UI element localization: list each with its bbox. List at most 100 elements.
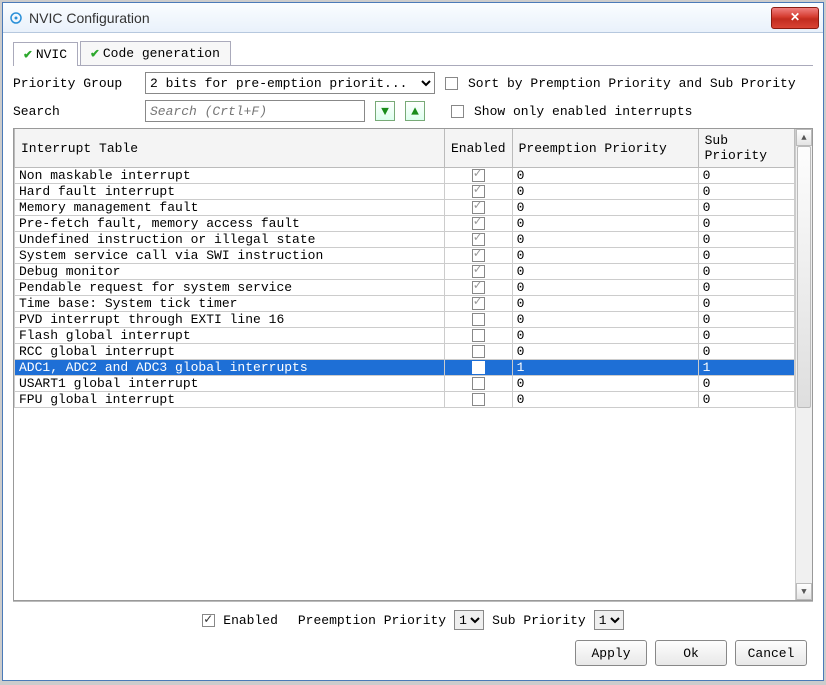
table-row[interactable]: USART1 global interrupt00 <box>15 376 795 392</box>
edit-enabled-checkbox[interactable] <box>202 614 215 627</box>
table-row[interactable]: FPU global interrupt00 <box>15 392 795 408</box>
close-button[interactable]: ✕ <box>771 7 819 29</box>
row-enabled-checkbox[interactable] <box>472 297 485 310</box>
arrow-down-icon: ▼ <box>381 104 389 119</box>
titlebar: NVIC Configuration ✕ <box>3 3 823 33</box>
cell-enabled[interactable] <box>445 360 513 376</box>
cell-enabled[interactable] <box>445 344 513 360</box>
cell-pre: 1 <box>512 360 698 376</box>
cell-enabled[interactable] <box>445 312 513 328</box>
tab-codegen[interactable]: ✔ Code generation <box>80 41 231 65</box>
cell-sub: 0 <box>698 376 794 392</box>
cell-name: System service call via SWI instruction <box>15 248 445 264</box>
table-row[interactable]: Flash global interrupt00 <box>15 328 795 344</box>
row-enabled-checkbox[interactable] <box>472 313 485 326</box>
cell-enabled[interactable] <box>445 296 513 312</box>
cell-sub: 0 <box>698 264 794 280</box>
cell-enabled[interactable] <box>445 328 513 344</box>
cell-enabled[interactable] <box>445 280 513 296</box>
priority-group-label: Priority Group <box>13 76 135 91</box>
priority-group-select[interactable]: 2 bits for pre-emption priorit... <box>145 72 435 94</box>
table-row[interactable]: Pre-fetch fault, memory access fault00 <box>15 216 795 232</box>
footer-panel: Enabled Preemption Priority 1 Sub Priori… <box>13 601 813 670</box>
col-preemption[interactable]: Preemption Priority <box>512 129 698 168</box>
scroll-thumb[interactable] <box>797 146 811 408</box>
table-row[interactable]: Hard fault interrupt00 <box>15 184 795 200</box>
table-row[interactable]: Undefined instruction or illegal state00 <box>15 232 795 248</box>
search-next-button[interactable]: ▼ <box>375 101 395 121</box>
cell-enabled[interactable] <box>445 264 513 280</box>
row-enabled-checkbox[interactable] <box>472 233 485 246</box>
scroll-up-icon[interactable]: ▲ <box>796 129 812 146</box>
row-enabled-checkbox[interactable] <box>472 393 485 406</box>
cell-sub: 0 <box>698 312 794 328</box>
edit-sub-select[interactable]: 1 <box>594 610 624 630</box>
apply-button[interactable]: Apply <box>575 640 647 666</box>
cell-pre: 0 <box>512 168 698 184</box>
cell-pre: 0 <box>512 216 698 232</box>
sort-checkbox[interactable] <box>445 77 458 90</box>
cell-pre: 0 <box>512 280 698 296</box>
interrupt-table: Interrupt Table Enabled Preemption Prior… <box>14 129 795 408</box>
search-input[interactable] <box>145 100 365 122</box>
edit-pre-select[interactable]: 1 <box>454 610 484 630</box>
table-row[interactable]: RCC global interrupt00 <box>15 344 795 360</box>
row-enabled-checkbox[interactable] <box>472 249 485 262</box>
cell-enabled[interactable] <box>445 200 513 216</box>
cell-pre: 0 <box>512 296 698 312</box>
row-enabled-checkbox[interactable] <box>472 345 485 358</box>
dialog-body: ✔ NVIC ✔ Code generation Priority Group … <box>3 33 823 680</box>
table-row[interactable]: Non maskable interrupt 00 <box>15 168 795 184</box>
ok-button[interactable]: Ok <box>655 640 727 666</box>
table-header-row: Interrupt Table Enabled Preemption Prior… <box>15 129 795 168</box>
vertical-scrollbar[interactable]: ▲ ▼ <box>795 129 812 600</box>
cell-name: ADC1, ADC2 and ADC3 global interrupts <box>15 360 445 376</box>
table-row[interactable]: Debug monitor00 <box>15 264 795 280</box>
scroll-down-icon[interactable]: ▼ <box>796 583 812 600</box>
table-row[interactable]: System service call via SWI instruction0… <box>15 248 795 264</box>
row-enabled-checkbox[interactable] <box>472 217 485 230</box>
cancel-button[interactable]: Cancel <box>735 640 807 666</box>
cell-sub: 0 <box>698 216 794 232</box>
sort-label: Sort by Premption Priority and Sub Prori… <box>468 76 796 91</box>
cell-sub: 0 <box>698 200 794 216</box>
tab-nvic[interactable]: ✔ NVIC <box>13 42 78 66</box>
gear-icon <box>9 11 23 25</box>
table-row[interactable]: Memory management fault00 <box>15 200 795 216</box>
row-enabled-checkbox[interactable] <box>472 185 485 198</box>
cell-sub: 0 <box>698 296 794 312</box>
row-enabled-checkbox[interactable] <box>472 265 485 278</box>
cell-sub: 0 <box>698 392 794 408</box>
check-icon: ✔ <box>24 47 32 62</box>
show-enabled-checkbox[interactable] <box>451 105 464 118</box>
table-row[interactable]: PVD interrupt through EXTI line 1600 <box>15 312 795 328</box>
row-enabled-checkbox[interactable] <box>472 329 485 342</box>
cell-name: Debug monitor <box>15 264 445 280</box>
search-prev-button[interactable]: ▲ <box>405 101 425 121</box>
cell-enabled[interactable] <box>445 392 513 408</box>
table-row[interactable]: Pendable request for system service00 <box>15 280 795 296</box>
cell-name: Memory management fault <box>15 200 445 216</box>
edit-enabled-label: Enabled <box>223 613 278 628</box>
row-enabled-checkbox[interactable] <box>472 169 485 182</box>
cell-sub: 0 <box>698 168 794 184</box>
row-enabled-checkbox[interactable] <box>472 281 485 294</box>
cell-enabled[interactable] <box>445 184 513 200</box>
row-enabled-checkbox[interactable] <box>472 201 485 214</box>
cell-sub: 1 <box>698 360 794 376</box>
col-enabled[interactable]: Enabled <box>445 129 513 168</box>
cell-pre: 0 <box>512 184 698 200</box>
cell-enabled[interactable] <box>445 248 513 264</box>
cell-enabled[interactable] <box>445 168 513 184</box>
cell-enabled[interactable] <box>445 216 513 232</box>
cell-pre: 0 <box>512 328 698 344</box>
table-row[interactable]: Time base: System tick timer00 <box>15 296 795 312</box>
col-sub[interactable]: Sub Priority <box>698 129 794 168</box>
cell-enabled[interactable] <box>445 376 513 392</box>
row-enabled-checkbox[interactable] <box>472 361 485 374</box>
table-row[interactable]: ADC1, ADC2 and ADC3 global interrupts 11 <box>15 360 795 376</box>
row-enabled-checkbox[interactable] <box>472 377 485 390</box>
cell-enabled[interactable] <box>445 232 513 248</box>
cell-name: Non maskable interrupt <box>15 168 445 184</box>
col-interrupt[interactable]: Interrupt Table <box>15 129 445 168</box>
